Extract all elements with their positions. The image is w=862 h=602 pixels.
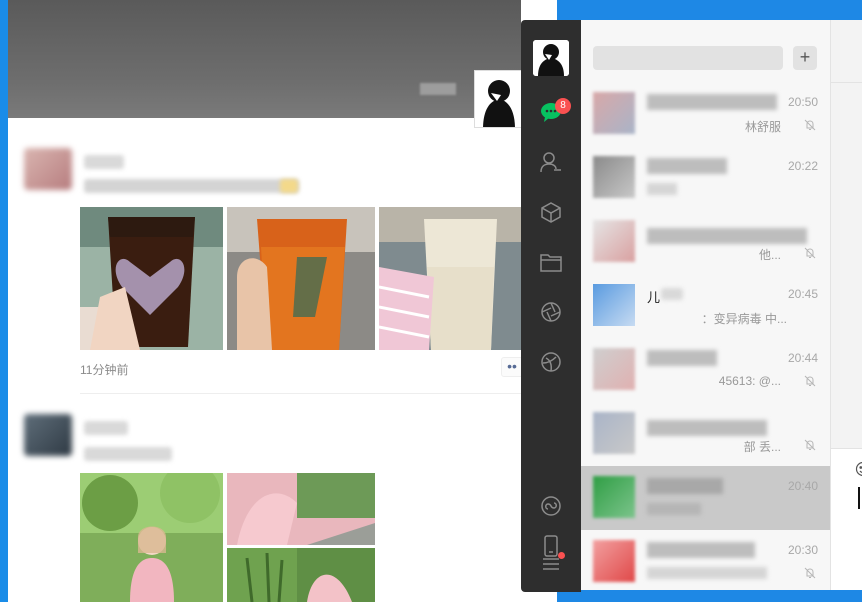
chat-preview: 他... xyxy=(758,248,781,262)
post-text xyxy=(84,179,299,193)
chat-avatar xyxy=(593,284,635,326)
chat-name xyxy=(647,478,723,494)
message-input-area[interactable] xyxy=(831,448,862,590)
moments-window: 11分钟前 •• xyxy=(8,0,521,602)
chat-area xyxy=(830,20,862,590)
chat-avatar xyxy=(593,92,635,134)
post-photo[interactable] xyxy=(227,473,375,545)
chat-time: 20:50 xyxy=(787,95,818,109)
chat-preview xyxy=(647,567,767,579)
post-photo[interactable] xyxy=(80,473,223,602)
chat-item[interactable]: 20:44 45613: @... xyxy=(581,338,830,402)
desktop-background-left xyxy=(0,0,8,602)
mute-icon xyxy=(804,567,816,579)
chat-item-selected[interactable]: 20:40 xyxy=(581,466,830,530)
my-avatar[interactable] xyxy=(533,40,569,76)
files-icon[interactable] xyxy=(537,248,565,276)
chat-time: 20:45 xyxy=(787,287,818,301)
favorites-icon[interactable] xyxy=(537,198,565,226)
moments-cover xyxy=(8,0,521,118)
desktop-background-bottom xyxy=(557,590,862,602)
post-divider xyxy=(80,393,521,394)
post-photo[interactable] xyxy=(379,207,521,350)
chat-list-panel: + 20:50 林舒服 20:22 他... 儿 20:45 ：变异病毒 中..… xyxy=(581,20,830,590)
chat-item[interactable]: 20:30 xyxy=(581,530,830,590)
post-avatar[interactable] xyxy=(24,148,72,190)
chat-preview xyxy=(647,183,677,195)
chat-avatar xyxy=(593,156,635,198)
chat-preview: 部 丢... xyxy=(743,440,781,454)
mute-icon xyxy=(804,439,816,451)
post-timestamp: 11分钟前 xyxy=(80,363,129,377)
chat-name xyxy=(647,94,777,110)
post-emoji xyxy=(280,179,298,193)
mute-icon xyxy=(804,247,816,259)
chat-time: 20:40 xyxy=(787,479,818,493)
post-photo[interactable] xyxy=(80,207,223,350)
wechat-sidebar: 8 xyxy=(521,20,581,592)
text-cursor xyxy=(858,487,860,509)
chat-name xyxy=(647,542,755,558)
chat-item[interactable]: 儿 20:45 ：变异病毒 中... xyxy=(581,274,830,338)
chat-avatar xyxy=(593,476,635,518)
chat-preview: 45613: @... xyxy=(718,374,781,388)
channels-icon[interactable] xyxy=(537,348,565,376)
add-chat-button[interactable]: + xyxy=(793,46,817,70)
chat-name xyxy=(647,158,727,174)
menu-notification-dot xyxy=(558,552,565,559)
cover-user-name xyxy=(420,83,456,95)
chat-avatar xyxy=(593,348,635,390)
moments-icon[interactable] xyxy=(537,298,565,326)
post-photo[interactable] xyxy=(227,207,375,350)
post-avatar[interactable] xyxy=(24,414,72,456)
chat-item[interactable]: 部 丢... xyxy=(581,402,830,466)
chat-preview xyxy=(647,503,701,515)
post-author-name[interactable] xyxy=(84,421,128,435)
post-text xyxy=(84,447,172,461)
more-options-button[interactable]: •• xyxy=(501,357,521,377)
chat-time: 20:44 xyxy=(787,351,818,365)
cover-avatar[interactable] xyxy=(474,70,521,128)
chat-name xyxy=(647,420,767,436)
chat-name xyxy=(647,350,717,366)
chat-name: 儿 xyxy=(647,290,661,305)
chat-avatar xyxy=(593,412,635,454)
chat-item[interactable]: 他... xyxy=(581,210,830,274)
chat-avatar xyxy=(593,220,635,262)
search-input[interactable] xyxy=(593,46,783,70)
chat-item[interactable]: 20:22 xyxy=(581,146,830,210)
contacts-icon[interactable] xyxy=(537,148,565,176)
chat-preview: 林舒服 xyxy=(744,120,781,134)
chat-preview: ：变异病毒 中... xyxy=(701,312,787,326)
post-photo[interactable] xyxy=(227,548,375,602)
mute-icon xyxy=(804,375,816,387)
chat-item[interactable]: 20:50 林舒服 xyxy=(581,82,830,146)
chat-header-divider xyxy=(831,82,862,83)
chat-name-blur xyxy=(661,288,683,300)
emoji-icon[interactable] xyxy=(855,461,862,477)
chat-time: 20:22 xyxy=(787,159,818,173)
chat-time: 20:30 xyxy=(787,543,818,557)
mini-programs-icon[interactable] xyxy=(537,492,565,520)
mute-icon xyxy=(804,119,816,131)
desktop-background-top xyxy=(557,0,862,22)
unread-badge: 8 xyxy=(555,98,571,114)
post-author-name[interactable] xyxy=(84,155,124,169)
chat-name xyxy=(647,228,807,244)
chat-avatar xyxy=(593,540,635,582)
